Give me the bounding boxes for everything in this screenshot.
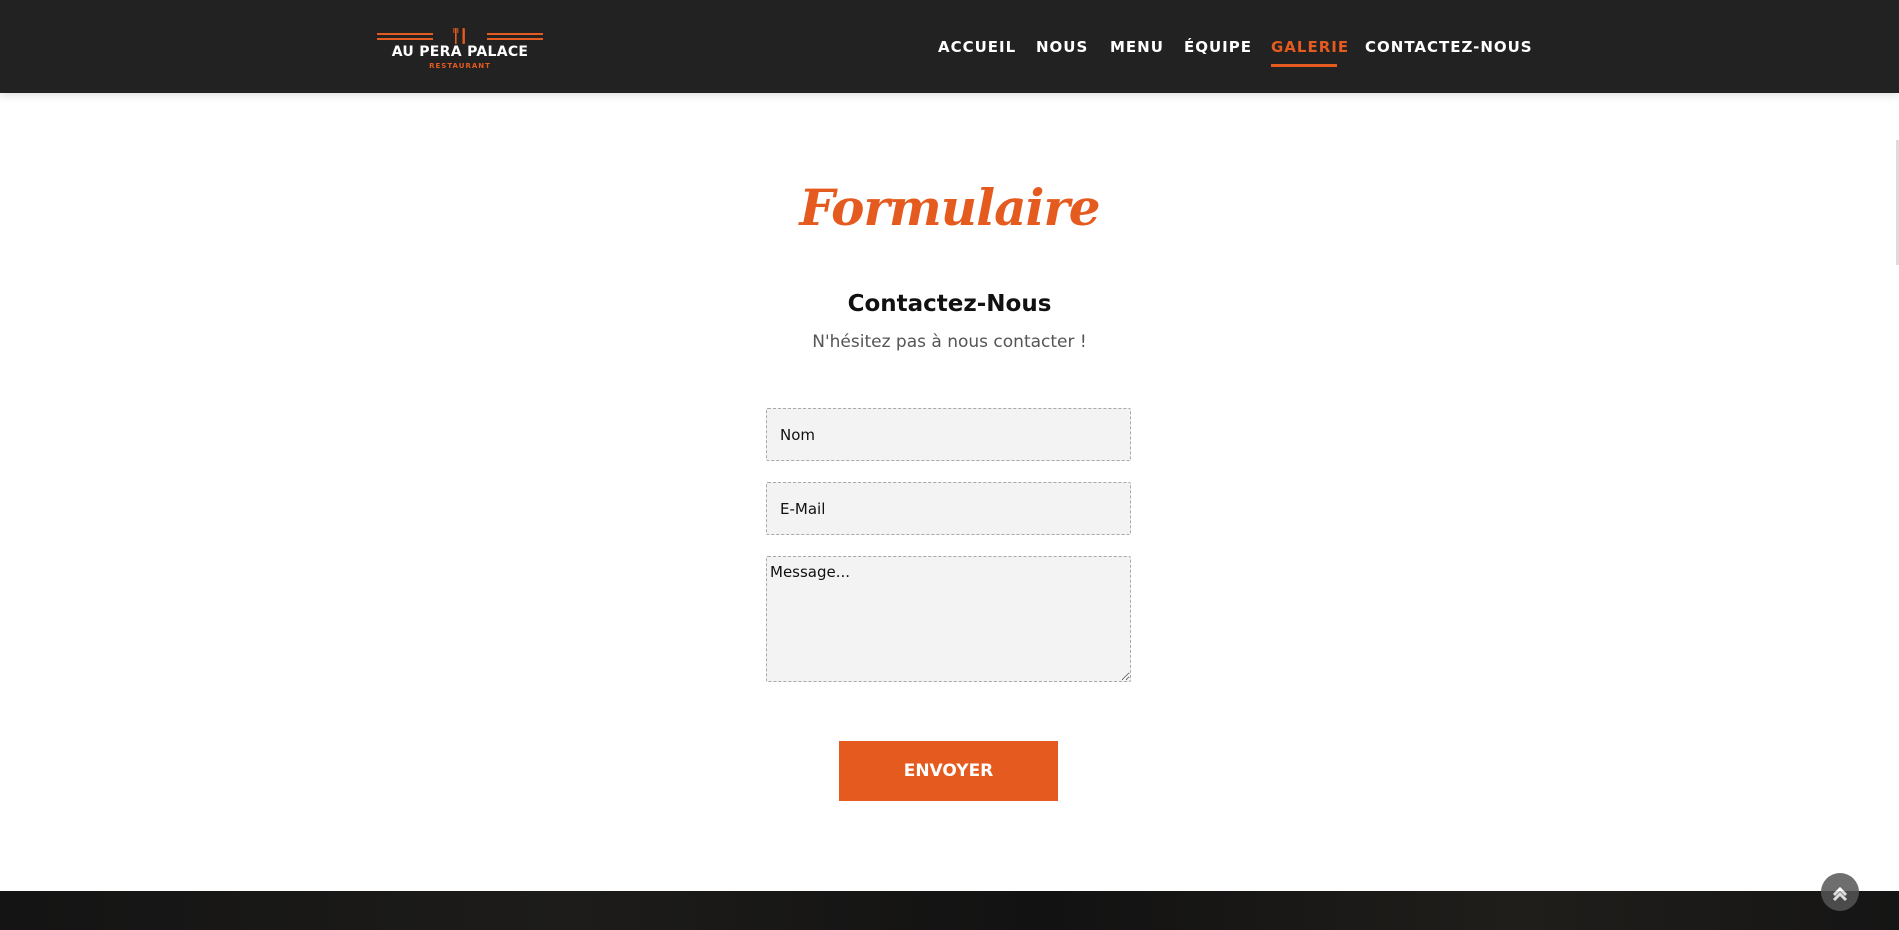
name-field[interactable] [766,408,1131,461]
footer-image-strip [0,891,1899,930]
logo-tagline: RESTAURANT [429,62,491,70]
chevron-up-icon [1832,886,1848,902]
email-field[interactable] [766,482,1131,535]
top-navbar: AU PERA PALACE RESTAURANT ACCUEIL NOUS M… [0,0,1899,93]
nav-item-galerie[interactable]: GALERIE [1271,38,1349,56]
nav-item-nous[interactable]: NOUS [1036,38,1088,56]
scroll-to-top-button[interactable] [1821,873,1859,911]
nav-item-accueil[interactable]: ACCUEIL [938,38,1016,56]
active-nav-indicator [1271,64,1337,67]
nav-item-menu[interactable]: MENU [1110,38,1164,56]
main-navigation: ACCUEIL NOUS MENU ÉQUIPE GALERIE CONTACT… [0,38,1899,58]
section-title: Formulaire [799,178,1100,237]
send-button[interactable]: ENVOYER [839,741,1058,801]
logo-left-line [377,33,433,35]
contact-subheading: N'hésitez pas à nous contacter ! [812,332,1087,352]
nav-item-contactez-nous[interactable]: CONTACTEZ-NOUS [1365,38,1533,56]
message-field[interactable] [766,556,1131,682]
nav-item-equipe[interactable]: ÉQUIPE [1184,38,1252,56]
logo-right-line [487,33,543,35]
contact-heading: Contactez-Nous [847,291,1052,317]
